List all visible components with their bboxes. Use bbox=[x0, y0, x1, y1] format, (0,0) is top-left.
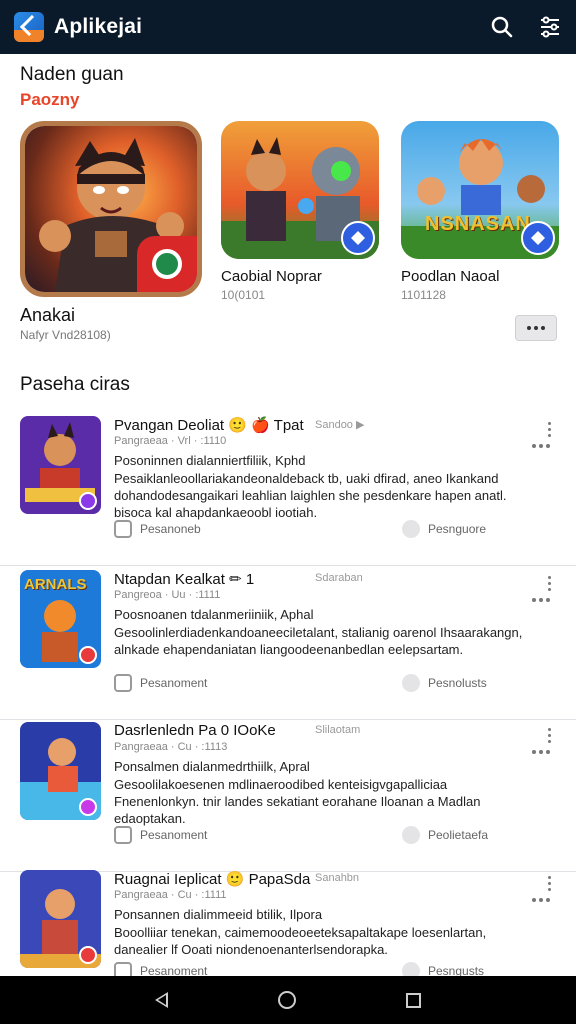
app-card-title: Poodlan Naoal bbox=[401, 268, 500, 285]
tool-icon bbox=[402, 826, 420, 844]
overflow-menu-icon[interactable] bbox=[532, 726, 556, 756]
list-item-thumbnail[interactable] bbox=[20, 722, 101, 820]
overflow-menu-icon[interactable] bbox=[532, 420, 556, 450]
app-card[interactable]: NSNASAN Poodlan Naoal 1101128 bbox=[401, 121, 559, 302]
game-banner-text: NSNASAN bbox=[425, 213, 531, 235]
recents-icon[interactable] bbox=[406, 992, 421, 1008]
list-item-description: Gesoolilakoesenen mdlinaeroodibed kentei… bbox=[114, 777, 481, 826]
section-title: Paseha ciras bbox=[20, 374, 130, 395]
tool-icon bbox=[402, 674, 420, 692]
app-badge-icon bbox=[79, 946, 97, 964]
app-logo-icon bbox=[14, 12, 44, 42]
list-item-tag: Sanahbn bbox=[315, 872, 360, 884]
system-nav-bar bbox=[0, 976, 576, 1024]
list-item-headline: Ponsalmen dialanmedrthiilk, Apral bbox=[114, 759, 310, 774]
home-icon[interactable] bbox=[278, 991, 296, 1009]
list-item-meta: Pangraeaa · Cu · :1111 bbox=[114, 889, 227, 901]
app-badge-icon bbox=[79, 646, 97, 664]
list-item-meta: Pangreoa · Uu · :1111 bbox=[114, 589, 221, 601]
app-card-meta: 1101128 bbox=[401, 288, 446, 302]
app-bar: Aplikejai bbox=[0, 0, 576, 54]
filter-icon[interactable] bbox=[538, 15, 562, 39]
more-button[interactable] bbox=[515, 315, 557, 341]
list-item[interactable]: ARNALS Ntapdan Kealkat ✏ 1 Sdaraban Pang… bbox=[0, 570, 576, 720]
overflow-menu-icon[interactable] bbox=[532, 574, 556, 604]
featured-badge-icon bbox=[137, 236, 197, 292]
list-item-tag: Sandoo ▶ bbox=[315, 419, 365, 431]
action-one[interactable]: Pesanoment bbox=[114, 674, 207, 692]
overflow-menu-icon[interactable] bbox=[532, 874, 556, 904]
list-item-description: Pesaiklanleoollariakandeonaldeback tb, u… bbox=[114, 471, 507, 520]
list-item-thumbnail[interactable] bbox=[20, 416, 101, 514]
tool-icon bbox=[402, 520, 420, 538]
app-badge-icon bbox=[79, 492, 97, 510]
app-card-title: Caobial Noprar bbox=[221, 268, 322, 285]
search-icon[interactable] bbox=[490, 15, 514, 39]
list-item-headline: Posoninnen dialanniertfiliik, Kphd bbox=[114, 453, 306, 468]
list-item-title: Pvangan Deoliat 🙂 🍎 Tpat bbox=[114, 417, 304, 434]
list-item-tag: Sdaraban bbox=[315, 572, 363, 584]
list-item[interactable]: Dasrlenledn Pa 0 IOoKe Slilaotam Pangrae… bbox=[0, 722, 576, 872]
action-two[interactable]: Pesnguore bbox=[402, 520, 486, 538]
list-item-headline: Ponsannen dialimmeeid btilik, Ilpora bbox=[114, 907, 323, 922]
app-card-meta: 10(0101 bbox=[221, 288, 266, 302]
list-item-headline: Poosnoanen tdalanmeriiniik, Aphal bbox=[114, 607, 314, 622]
back-icon[interactable] bbox=[155, 992, 168, 1008]
featured-app-title: Anakai bbox=[20, 305, 76, 325]
doc-icon bbox=[114, 674, 132, 692]
list-item[interactable]: Pvangan Deoliat 🙂 🍎 Tpat Sandoo ▶ Pangra… bbox=[0, 416, 576, 566]
app-card-image[interactable] bbox=[221, 121, 379, 259]
game-banner-text: ARNALS bbox=[24, 576, 87, 593]
list-item-tag: Slilaotam bbox=[315, 724, 361, 736]
action-two[interactable]: Pesnolusts bbox=[402, 674, 487, 692]
doc-icon bbox=[114, 826, 132, 844]
list-item-description: Gesoolinlerdiadenkandoaneeciletalant, st… bbox=[114, 625, 523, 657]
featured-app-card[interactable]: Anakai Nafyr Vnd28108) bbox=[20, 121, 205, 343]
doc-icon bbox=[114, 520, 132, 538]
section-title: Naden guan bbox=[20, 64, 124, 85]
list-item-thumbnail[interactable] bbox=[20, 870, 101, 968]
app-card[interactable]: Caobial Noprar 10(0101 bbox=[221, 121, 379, 302]
list-item-meta: Pangraeaa · Vrl · :1110 bbox=[114, 435, 227, 447]
action-one[interactable]: Pesanoment bbox=[114, 826, 207, 844]
app-badge-icon bbox=[79, 798, 97, 816]
featured-app-image[interactable] bbox=[20, 121, 202, 297]
list-item-title: Dasrlenledn Pa 0 IOoKe bbox=[114, 722, 276, 739]
verified-badge-icon bbox=[521, 221, 555, 255]
section-subtitle: Paozny bbox=[20, 90, 80, 109]
list-item-title: Ntapdan Kealkat ✏ 1 bbox=[114, 571, 255, 588]
list-item-meta: Pangraeaa · Cu · :1113 bbox=[114, 741, 228, 753]
app-card-image[interactable]: NSNASAN bbox=[401, 121, 559, 259]
verified-badge-icon bbox=[341, 221, 375, 255]
featured-app-meta: Nafyr Vnd28108) bbox=[20, 328, 111, 342]
action-two[interactable]: Peolietaefa bbox=[402, 826, 488, 844]
app-title: Aplikejai bbox=[54, 15, 143, 38]
action-one[interactable]: Pesanoneb bbox=[114, 520, 201, 538]
list-item-title: Ruagnai Ieplicat 🙂 PapaSda bbox=[114, 871, 311, 888]
list-item-thumbnail[interactable]: ARNALS bbox=[20, 570, 101, 668]
list-item-description: Booolliiar tenekan, caimemoodeoeeteksapa… bbox=[114, 925, 487, 957]
